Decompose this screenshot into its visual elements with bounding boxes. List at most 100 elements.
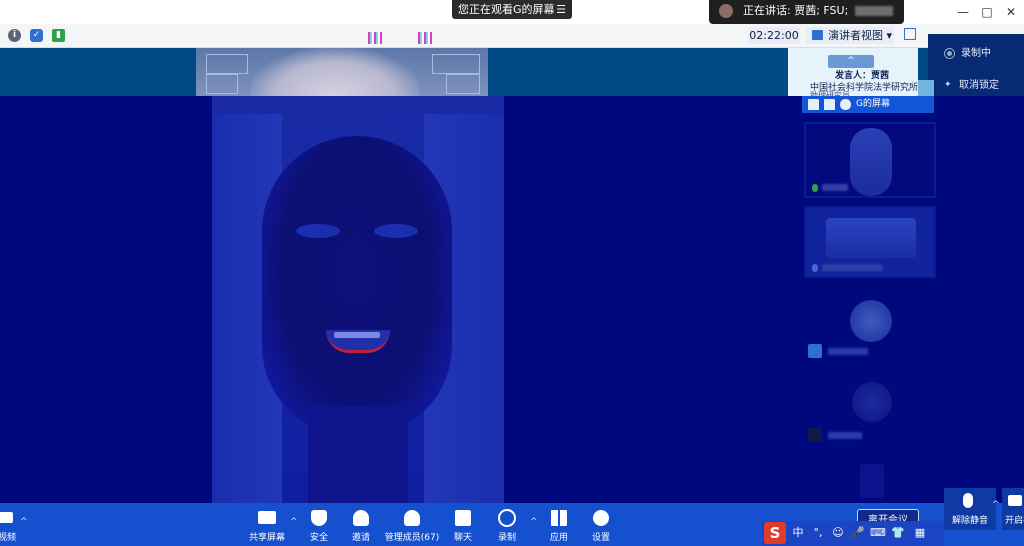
ime-lang-toggle[interactable]: 中 <box>790 525 806 541</box>
emoji-icon[interactable]: ☺ <box>830 525 846 541</box>
neck <box>308 406 408 506</box>
camera-icon <box>1008 495 1022 506</box>
security-label: 安全 <box>309 533 328 543</box>
apps-label: 应用 <box>549 533 568 543</box>
share-screen-label: 共享屏幕 <box>248 533 285 543</box>
manage-participants-label: 管理成员(67) <box>384 533 440 543</box>
blurred-name <box>822 184 848 191</box>
speaker-avatar <box>719 4 733 18</box>
screen-share-icon <box>824 99 835 110</box>
participant-avatar <box>852 382 892 422</box>
chat-label: 聊天 <box>453 533 472 543</box>
participant-label <box>812 183 848 193</box>
skin-icon[interactable]: 👕 <box>890 525 906 541</box>
unpin-label: 取消锁定 <box>959 80 999 91</box>
participant-tile[interactable] <box>804 292 936 362</box>
share-screen-icon <box>258 511 276 524</box>
participant-avatar <box>850 300 892 342</box>
unmute-all-button[interactable]: 解除静音 <box>944 488 996 530</box>
unmute-all-label: 解除静音 <box>951 516 988 526</box>
participant-tile[interactable] <box>804 374 936 446</box>
speaker-view-button[interactable]: 演讲者视图 ▾ <box>806 27 894 44</box>
share-screen-button[interactable]: 共享屏幕 <box>246 503 288 546</box>
participant-tile[interactable] <box>804 206 936 278</box>
user-icon <box>808 428 822 442</box>
participant-video <box>826 218 916 258</box>
mic-icon <box>812 263 818 272</box>
settings-button[interactable]: 设置 <box>586 503 616 546</box>
collapse-button[interactable]: ^ <box>828 55 874 68</box>
eye-right <box>374 224 418 238</box>
chat-button[interactable]: 聊天 <box>448 503 478 546</box>
speaker-view-label: 演讲者视图 <box>828 29 883 42</box>
maximize-button[interactable]: □ <box>976 3 998 21</box>
chevron-down-icon: ▾ <box>886 29 893 42</box>
sogou-logo-icon[interactable]: S <box>764 522 786 544</box>
grid-view-icon <box>812 30 823 40</box>
security-button[interactable]: 安全 <box>304 503 334 546</box>
fullscreen-icon[interactable] <box>904 28 916 40</box>
mic-icon <box>840 99 851 110</box>
voice-input-icon[interactable]: 🎤 <box>850 525 866 541</box>
record-icon <box>944 47 955 59</box>
participants-icon <box>404 510 420 526</box>
keyboard-icon[interactable]: ⌨ <box>870 525 886 541</box>
apps-button[interactable]: 应用 <box>544 503 574 546</box>
invite-button[interactable]: 邀请 <box>346 503 376 546</box>
punctuation-icon[interactable]: °, <box>810 525 826 541</box>
meeting-toolbar: i ✓ ▮ 02:22:00 演讲者视图 ▾ <box>0 24 1024 48</box>
recording-status-label: 录制中 <box>961 48 991 59</box>
unpin-button[interactable]: ✦ 取消锁定 <box>944 76 999 91</box>
invite-label: 邀请 <box>351 533 370 543</box>
chevron-up-icon[interactable]: ^ <box>290 517 298 527</box>
record-label: 录制 <box>497 533 516 543</box>
participant-tile[interactable] <box>804 458 936 503</box>
record-button[interactable]: 录制 <box>492 503 522 546</box>
camera-icon <box>0 512 13 523</box>
chevron-up-icon[interactable]: ^ <box>530 517 538 527</box>
menu-icon[interactable]: ☰ <box>556 0 566 19</box>
minimize-button[interactable]: — <box>952 3 974 21</box>
speaker-face <box>262 136 452 436</box>
blurred-name <box>822 264 882 271</box>
info-icon[interactable]: i <box>8 29 21 42</box>
chevron-up-icon[interactable]: ^ <box>992 500 1000 510</box>
glitch-artifact <box>418 32 432 44</box>
person-icon <box>808 99 819 110</box>
viewing-banner-text: 您正在观看G的屏幕 <box>458 3 555 16</box>
chat-icon <box>455 510 471 526</box>
eye-left <box>296 224 340 238</box>
speaking-names: 贾茜; FSU; <box>794 4 849 17</box>
window-titlebar: 您正在观看G的屏幕 ☰ 正在讲话: 贾茜; FSU; — □ ✕ <box>0 0 1024 24</box>
card-edge <box>918 80 934 96</box>
gear-icon <box>593 510 609 526</box>
close-button[interactable]: ✕ <box>1000 3 1022 21</box>
mic-active-icon <box>812 183 818 192</box>
signal-icon[interactable]: ▮ <box>52 29 65 42</box>
speaking-prefix: 正在讲话: <box>743 4 791 17</box>
manage-participants-button[interactable]: 管理成员(67) <box>384 503 440 546</box>
recording-panel: 录制中 ✦ 取消锁定 <box>928 34 1024 96</box>
participant-video <box>850 128 892 196</box>
shield-icon[interactable]: ✓ <box>30 29 43 42</box>
gallery-header[interactable]: G的屏幕 <box>802 96 934 113</box>
video-label: 视频 <box>0 533 16 543</box>
user-icon <box>808 344 822 358</box>
start-video-button[interactable]: 开启视 <box>1002 488 1024 530</box>
ime-status-bar: S 中 °, ☺ 🎤 ⌨ 👕 ▦ <box>762 521 944 546</box>
shield-icon <box>311 510 327 526</box>
video-face-highlight <box>250 48 420 96</box>
blurred-name <box>828 348 868 355</box>
chevron-up-icon[interactable]: ^ <box>20 517 28 527</box>
participant-tile[interactable] <box>804 122 936 198</box>
add-user-icon <box>353 510 369 526</box>
recording-status[interactable]: 录制中 <box>944 44 991 59</box>
toolbox-icon[interactable]: ▦ <box>912 525 928 541</box>
presenter-card: ^ 发言人：贾茜 中国社会科学院法学研究所 助理研究员 <box>788 48 918 96</box>
start-video-label: 开启视 <box>1005 516 1024 526</box>
record-icon <box>498 509 516 527</box>
viewing-screen-banner[interactable]: 您正在观看G的屏幕 ☰ <box>452 0 572 19</box>
participant-label <box>812 263 882 273</box>
mic-icon <box>963 493 973 508</box>
apps-icon <box>551 510 567 526</box>
